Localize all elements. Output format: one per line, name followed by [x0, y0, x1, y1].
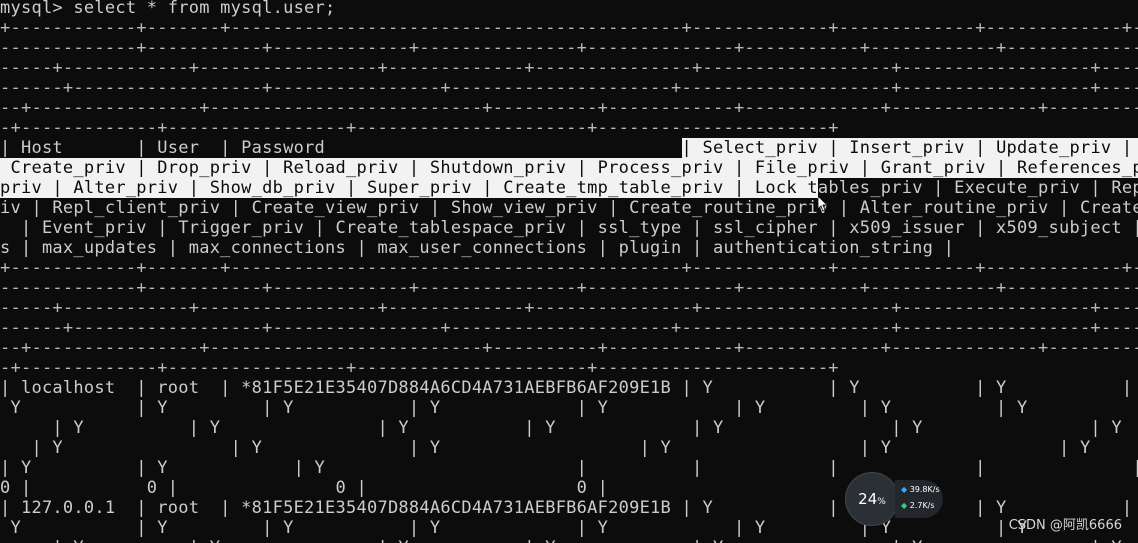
table-border-line: -------------+-----------+-------------+…: [0, 278, 1138, 298]
table-border-line: --+----------------+--------------------…: [0, 98, 1138, 118]
terminal-line: Y | Y | Y | Y | Y | Y | Y | Y | Y: [0, 518, 1138, 538]
terminal-line: | 127.0.0.1 | root | *81F5E21E35407D884A…: [0, 498, 1138, 518]
table-border-line: -+-------------+-----------------+------…: [0, 118, 839, 138]
terminal-line: priv | Alter_priv | Show_db_priv | Super…: [0, 178, 1138, 198]
upload-arrow-icon: ◆: [901, 485, 908, 494]
table-border-line: +------------+-------+------------------…: [0, 258, 1138, 278]
table-border-line: -+-------------+-----------------+------…: [0, 358, 839, 378]
terminal-window[interactable]: mysql> select * from mysql.user; +-------…: [0, 0, 1138, 543]
table-border-line: -----+------------+-----------------+---…: [0, 298, 1138, 318]
terminal-line: Create_priv | Drop_priv | Reload_priv | …: [0, 158, 1138, 178]
download-arrow-icon: ◆: [901, 501, 908, 510]
table-border-line: ------+------------------+--------------…: [0, 78, 1138, 98]
terminal-line: | Y | Y | Y | Y | Y | Y | Y | Y: [52, 418, 1122, 438]
terminal-line: s | max_updates | max_connections | max_…: [0, 238, 955, 258]
table-border-line: +------------+-------+------------------…: [0, 18, 1138, 38]
terminal-text-segment: | Select_priv | Insert_priv | Update_pri…: [681, 138, 1138, 158]
table-border-line: -------------+-----------+-------------+…: [0, 38, 1138, 58]
terminal-line: | Event_priv | Trigger_priv | Create_tab…: [0, 218, 1138, 238]
table-border-line: ------+------------------+--------------…: [0, 318, 1138, 338]
terminal-text-segment: priv | Alter_priv | Show_db_priv | Super…: [0, 178, 818, 198]
terminal-line: mysql> select * from mysql.user;: [0, 0, 336, 18]
terminal-text-segment: | Host | User | Password: [0, 138, 682, 158]
terminal-line: iv | Repl_client_priv | Create_view_priv…: [0, 198, 1138, 218]
terminal-line: Y | Y | Y | Y | Y | Y | Y | Y | Y: [0, 398, 1138, 418]
upload-speed: ◆ 39.8K/s: [901, 485, 940, 494]
network-monitor-widget[interactable]: 24% ◆ 39.8K/s ◆ 2.7K/s: [845, 472, 945, 526]
terminal-text-segment: ables_priv | Execute_priv | Repl_sl: [817, 178, 1138, 198]
terminal-line: | Y | Y | Y | | | | |: [0, 458, 1138, 478]
terminal-line: | Y | Y | Y | Y | Y | Y | Y | Y: [0, 538, 1138, 543]
download-speed: ◆ 2.7K/s: [901, 501, 935, 510]
terminal-line: | Host | User | Password | Select_priv |…: [0, 138, 1138, 158]
mouse-pointer-icon: [818, 196, 828, 212]
table-border-line: --+----------------+--------------------…: [0, 338, 1138, 358]
network-speeds: ◆ 39.8K/s ◆ 2.7K/s: [895, 480, 943, 518]
table-border-line: -----+------------+-----------------+---…: [0, 58, 1138, 78]
cpu-percent: 24%: [858, 490, 886, 508]
terminal-line: 0 | 0 | 0 | 0 |: [0, 478, 609, 498]
csdn-watermark: CSDN @阿凯6666: [1008, 518, 1122, 533]
terminal-line: | localhost | root | *81F5E21E35407D884A…: [0, 378, 1138, 398]
terminal-line: | Y | Y | Y | Y | Y | Y: [0, 438, 1091, 458]
